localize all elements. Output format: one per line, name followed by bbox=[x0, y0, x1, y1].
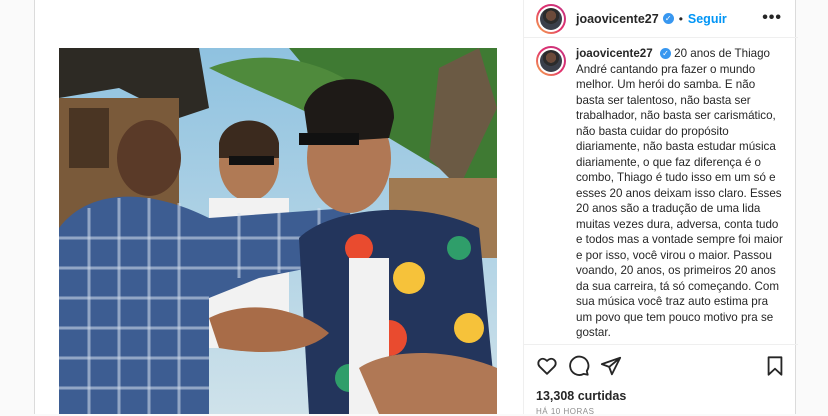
post-photo-image bbox=[59, 48, 497, 414]
photo-pane bbox=[35, 0, 523, 414]
post-sidebar: joaovicente27 ✓ • Seguir ••• joaovicente… bbox=[523, 0, 798, 416]
post-timestamp[interactable]: HÁ 10 HORAS bbox=[536, 407, 594, 416]
bookmark-icon[interactable] bbox=[764, 355, 786, 377]
action-icons bbox=[536, 355, 786, 379]
heart-icon[interactable] bbox=[536, 355, 558, 377]
caption: joaovicente27 ✓ 20 anos de Thiago André … bbox=[576, 46, 786, 344]
post-header: joaovicente27 ✓ • Seguir ••• bbox=[524, 0, 798, 38]
caption-text: 20 anos de Thiago André cantando pra faz… bbox=[576, 47, 783, 339]
follow-button[interactable]: Seguir bbox=[688, 12, 727, 26]
separator-dot: • bbox=[678, 11, 683, 26]
caption-area: joaovicente27 ✓ 20 anos de Thiago André … bbox=[524, 38, 798, 344]
username-link[interactable]: joaovicente27 bbox=[576, 12, 659, 26]
caption-verified-badge-icon: ✓ bbox=[659, 48, 671, 60]
avatar[interactable] bbox=[536, 3, 566, 34]
post-photo[interactable] bbox=[59, 48, 497, 414]
comment-icon[interactable] bbox=[568, 355, 590, 377]
caption-username[interactable]: joaovicente27 bbox=[576, 47, 653, 60]
verified-badge-icon: ✓ bbox=[662, 13, 674, 24]
caption-avatar[interactable] bbox=[536, 46, 566, 76]
action-bar: 13,308 curtidas HÁ 10 HORAS bbox=[524, 344, 798, 416]
more-icon[interactable]: ••• bbox=[762, 9, 782, 27]
share-icon[interactable] bbox=[600, 355, 622, 377]
post-dialog: joaovicente27 ✓ • Seguir ••• joaovicente… bbox=[34, 0, 798, 416]
likes-count[interactable]: 13,308 curtidas bbox=[536, 389, 626, 403]
